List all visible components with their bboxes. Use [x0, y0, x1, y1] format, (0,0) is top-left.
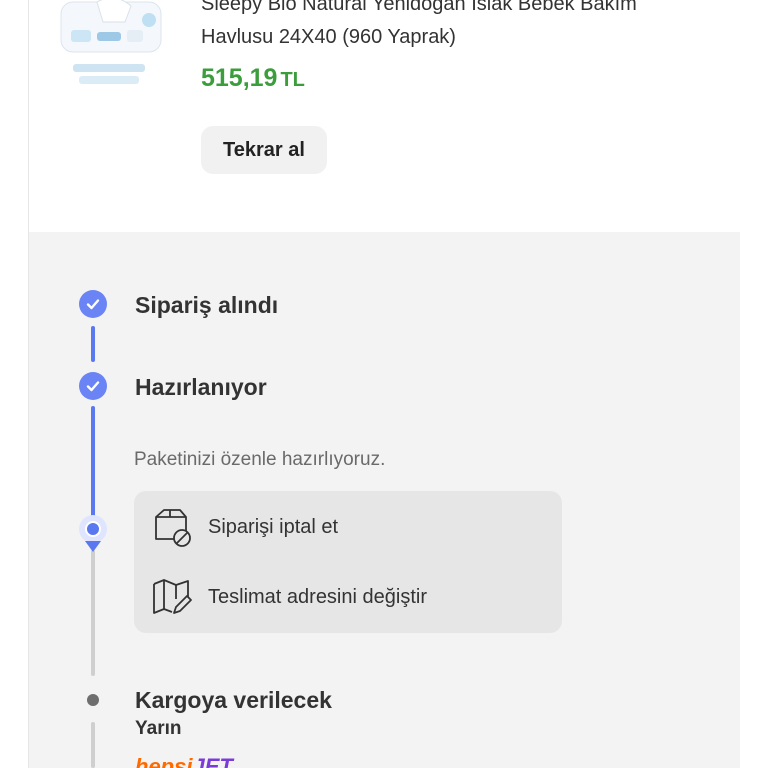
timeline-connector-1: [91, 326, 95, 362]
shipping-eta: Yarın: [135, 718, 182, 739]
carrier-logo: hepsiJET: [135, 754, 233, 768]
product-card: Sleepy Bio Natural Yenidoğan Islak Bebek…: [29, 0, 740, 232]
timeline-connector-2: [91, 406, 95, 518]
change-address-button[interactable]: Teslimat adresini değiştir: [134, 567, 562, 627]
preparing-note: Paketinizi özenle hazırlıyoruz.: [134, 449, 386, 470]
map-edit-icon: [148, 573, 196, 621]
cancel-order-button[interactable]: Siparişi iptal et: [134, 497, 562, 557]
cancel-order-label: Siparişi iptal et: [208, 515, 339, 538]
order-detail-frame: Sleepy Bio Natural Yenidoğan Islak Bebek…: [28, 0, 740, 768]
pending-step-dot-icon: [87, 694, 99, 706]
order-actions-box: Siparişi iptal et Teslimat adresini deği…: [134, 491, 562, 633]
current-step-pointer-icon: [85, 541, 101, 552]
price-currency: TL: [280, 69, 305, 91]
product-price: 515,19 TL: [201, 64, 305, 93]
current-step-indicator-icon: [79, 515, 107, 543]
step-label-shipping: Kargoya verilecek: [135, 687, 332, 713]
step-done-check-icon: [79, 290, 107, 318]
step-done-check-icon: [79, 372, 107, 400]
change-address-label: Teslimat adresini değiştir: [208, 585, 427, 608]
product-title[interactable]: Sleepy Bio Natural Yenidoğan Islak Bebek…: [201, 0, 701, 54]
product-thumbnail[interactable]: [57, 0, 173, 92]
timeline-connector-4: [91, 722, 95, 768]
buy-again-button[interactable]: Tekrar al: [201, 126, 327, 174]
timeline-connector-3: [91, 550, 95, 676]
price-value: 515,19: [201, 64, 278, 92]
cancel-package-icon: [148, 503, 196, 551]
step-label-preparing: Hazırlanıyor: [135, 374, 267, 400]
step-label-ordered: Sipariş alındı: [135, 292, 279, 318]
order-tracking-panel: Sipariş alındı Hazırlanıyor Paketinizi ö…: [29, 232, 740, 768]
